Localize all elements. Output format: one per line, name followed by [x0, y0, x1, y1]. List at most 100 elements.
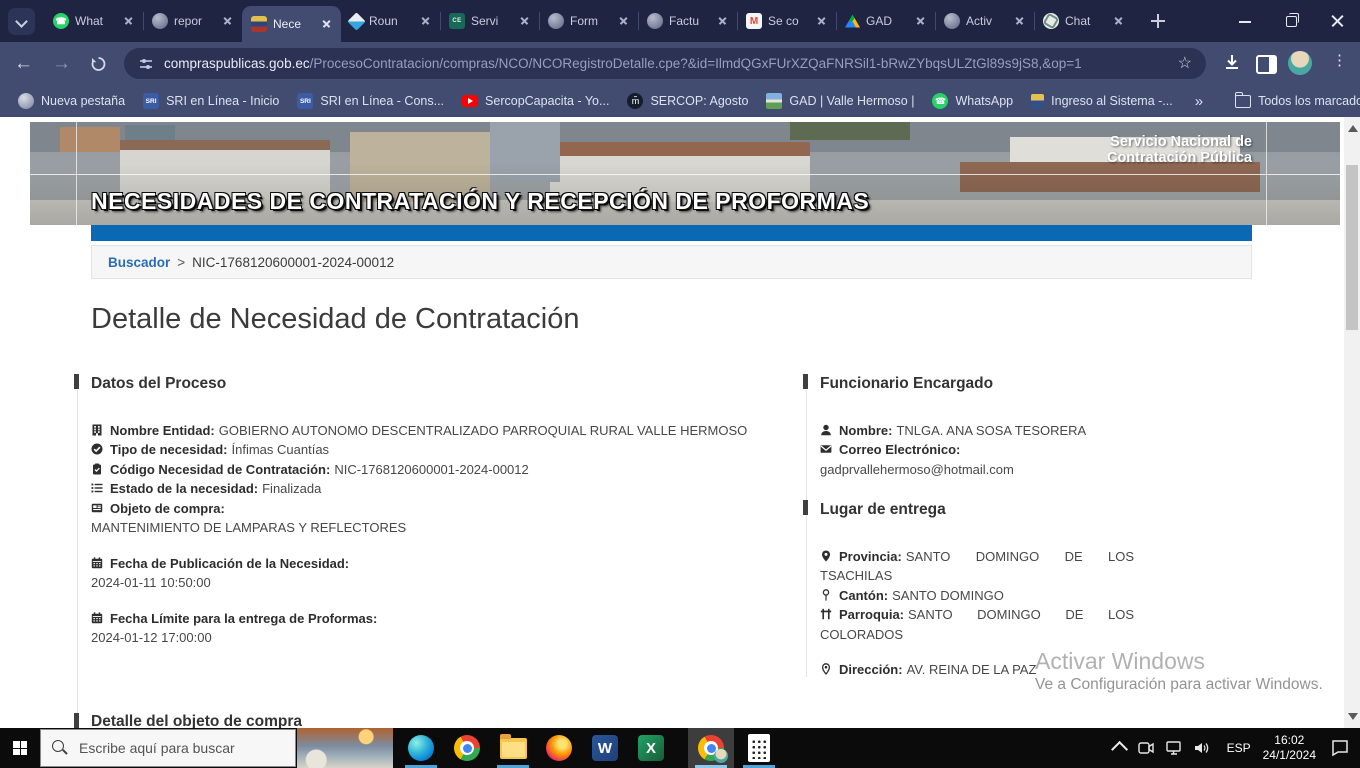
tab-strip: What repor Nece Roun Servi Form Factu Se… — [44, 0, 1133, 42]
taskbar-edge[interactable] — [398, 728, 444, 768]
taskbar-file-explorer[interactable] — [490, 728, 536, 768]
restore-button[interactable] — [1268, 0, 1314, 42]
tray-expand-chevron-icon[interactable] — [1115, 742, 1127, 754]
section-heading: Funcionario Encargado — [820, 374, 1134, 394]
page-title: Detalle de Necesidad de Contratación — [91, 303, 579, 336]
field-label: Fecha de Publicación de la Necesidad: — [110, 556, 349, 571]
field-value: gadprvallehermoso@hotmail.com — [820, 460, 1134, 480]
scrollbar-thumb[interactable] — [1346, 165, 1358, 330]
header-banner-photo: NECESIDADES DE CONTRATACIÓN Y RECEPCIÓN … — [30, 122, 1340, 225]
tab-close-icon[interactable] — [715, 13, 731, 29]
tab-close-icon[interactable] — [121, 13, 137, 29]
language-indicator[interactable]: ESP — [1227, 741, 1251, 755]
minimize-button[interactable] — [1222, 0, 1268, 42]
tab-gmail[interactable]: Se co — [737, 0, 836, 42]
clock[interactable]: 16:02 24/1/2024 — [1263, 733, 1316, 763]
network-icon[interactable] — [1165, 740, 1183, 756]
field-row: Fecha de Publicación de la Necesidad: 20… — [91, 554, 753, 593]
web-page: NECESIDADES DE CONTRATACIÓN Y RECEPCIÓN … — [0, 117, 1360, 728]
tab-drive[interactable]: GAD — [836, 0, 935, 42]
tab-chatgpt[interactable]: Chat — [1034, 0, 1133, 42]
tab-close-icon[interactable] — [913, 13, 929, 29]
start-button[interactable] — [0, 728, 40, 768]
tab-report[interactable]: repor — [143, 0, 242, 42]
tab-roundcube[interactable]: Roun — [341, 0, 440, 42]
back-button[interactable] — [14, 53, 33, 75]
drive-icon — [845, 15, 860, 28]
taskbar-calculator[interactable] — [736, 728, 782, 768]
taskbar-excel[interactable] — [628, 728, 674, 768]
tab-close-icon[interactable] — [616, 13, 632, 29]
scrollbar-down-arrow[interactable] — [1348, 713, 1358, 720]
tab-servicio[interactable]: Servi — [440, 0, 539, 42]
bookmark-whatsapp[interactable]: WhatsApp — [932, 93, 1013, 109]
edge-icon — [408, 735, 434, 761]
action-center-icon[interactable] — [1330, 739, 1350, 757]
tab-necesidades-active[interactable]: Nece — [242, 6, 341, 42]
meet-now-icon[interactable] — [1137, 740, 1155, 756]
downloads-icon[interactable] — [1222, 52, 1242, 77]
breadcrumb-link-buscador[interactable]: Buscador — [108, 255, 170, 270]
page-scrollbar[interactable] — [1344, 117, 1360, 728]
taskbar-chrome[interactable] — [444, 728, 490, 768]
bookmark-sercop-agosto[interactable]: SERCOP: Agosto — [627, 93, 748, 109]
process-data-section: Datos del Proceso Nombre Entidad:GOBIERN… — [91, 374, 753, 648]
windows-logo-icon — [13, 741, 27, 755]
bookmark-nueva-pestana[interactable]: Nueva pestaña — [18, 93, 125, 109]
tab-formulario[interactable]: Form — [539, 0, 638, 42]
landscape-icon — [766, 93, 782, 109]
bookmark-sri-inicio[interactable]: SRI en Línea - Inicio — [143, 93, 279, 109]
news-weather-widget[interactable] — [297, 728, 393, 768]
clock-date: 24/1/2024 — [1263, 748, 1316, 763]
bookmark-sri-consultas[interactable]: SRI en Línea - Cons... — [297, 93, 444, 109]
tab-title: Roun — [369, 14, 418, 28]
tab-close-icon[interactable] — [418, 13, 434, 29]
firefox-icon — [546, 735, 572, 761]
tab-close-icon[interactable] — [814, 13, 830, 29]
browser-menu-icon[interactable] — [1332, 51, 1348, 75]
tab-close-icon[interactable] — [319, 16, 335, 32]
tab-factura[interactable]: Factu — [638, 0, 737, 42]
word-icon — [592, 735, 618, 761]
taskbar-firefox[interactable] — [536, 728, 582, 768]
taskbar-search-input[interactable] — [40, 729, 296, 767]
field-label: Estado de la necesidad: — [110, 481, 258, 496]
tab-search-button[interactable] — [8, 8, 35, 35]
tab-close-icon[interactable] — [1012, 13, 1028, 29]
volume-icon[interactable] — [1193, 740, 1211, 756]
scrollbar-up-arrow[interactable] — [1348, 125, 1358, 132]
all-bookmarks-button[interactable]: Todos los marcadores — [1235, 93, 1360, 109]
bookmarks-overflow-chevron[interactable]: » — [1195, 93, 1203, 110]
tab-title: What — [75, 14, 121, 28]
check-circle-icon — [91, 443, 103, 455]
whatsapp-icon — [932, 93, 948, 109]
address-bar[interactable]: compraspublicas.gob.ec/ProcesoContrataci… — [124, 48, 1206, 79]
taskbar-chrome-profile-active[interactable] — [688, 728, 734, 768]
reload-button[interactable] — [90, 55, 107, 72]
bookmark-star-icon[interactable] — [1178, 53, 1192, 73]
official-and-delivery-section: Funcionario Encargado Nombre:TNLGA. ANA … — [820, 374, 1134, 680]
site-settings-icon[interactable] — [138, 56, 154, 72]
bookmark-label: Ingreso al Sistema -... — [1051, 94, 1173, 108]
taskbar-word[interactable] — [582, 728, 628, 768]
tab-close-icon[interactable] — [220, 13, 236, 29]
field-row: Provincia:SANTO DOMINGO DE LOS TSACHILAS — [820, 547, 1134, 586]
windows-taskbar: ESP 16:02 24/1/2024 — [0, 728, 1360, 768]
tab-close-icon[interactable] — [517, 13, 533, 29]
field-row: Parroquia:SANTO DOMINGO DE LOS COLORADOS — [820, 605, 1134, 644]
side-panel-icon[interactable] — [1256, 55, 1277, 74]
bookmark-label: SERCOP: Agosto — [650, 94, 748, 108]
bookmark-ingreso-sistema[interactable]: Ingreso al Sistema -... — [1031, 94, 1173, 109]
new-tab-button[interactable] — [1146, 9, 1170, 33]
profile-avatar[interactable] — [1288, 51, 1312, 75]
forward-button[interactable] — [52, 53, 71, 75]
tab-whatsapp[interactable]: What — [44, 0, 143, 42]
bookmark-sercopcapacita[interactable]: SercopCapacita - Yo... — [462, 94, 609, 108]
field-label: Tipo de necesidad: — [110, 442, 228, 457]
tab-close-icon[interactable] — [1111, 13, 1127, 29]
bookmark-gad-valle-hermoso[interactable]: GAD | Valle Hermoso | — [766, 93, 914, 109]
tab-activar[interactable]: Activ — [935, 0, 1034, 42]
close-button[interactable] — [1314, 0, 1360, 42]
excel-icon — [638, 735, 664, 761]
globe-icon — [548, 13, 564, 29]
